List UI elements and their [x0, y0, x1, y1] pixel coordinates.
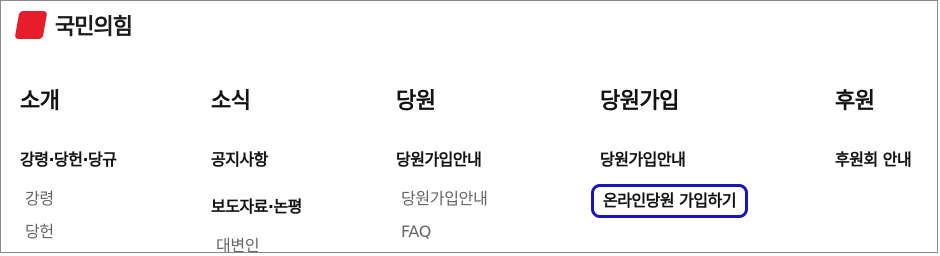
menu-item-sponsor-guide[interactable]: 후원회 안내 — [835, 150, 912, 170]
menu-heading-members[interactable]: 당원 — [396, 88, 436, 116]
menu-heading-news[interactable]: 소식 — [211, 88, 251, 116]
menu-column-join: 당원가입 당원가입안내 온라인당원 가입하기 — [591, 88, 749, 218]
brand-name: 국민의힘 — [55, 15, 133, 40]
submenu-item-faq[interactable]: FAQ — [401, 222, 431, 242]
menu-heading-intro[interactable]: 소개 — [20, 88, 60, 116]
menu-column-members: 당원 당원가입안내 당원가입안내 FAQ — [396, 88, 488, 241]
submenu-item-spokesperson[interactable]: 대변인 — [216, 236, 260, 256]
menu-item-notices[interactable]: 공지사항 — [211, 150, 268, 170]
menu-item-membership-guide[interactable]: 당원가입안내 — [396, 150, 482, 170]
party-logo-icon — [14, 11, 48, 39]
menu-item-online-join[interactable]: 온라인당원 가입하기 — [591, 184, 749, 218]
menu-item-press-releases[interactable]: 보도자료·논평 — [211, 197, 302, 217]
site-logo[interactable]: 국민의힘 — [14, 9, 133, 41]
menu-column-sponsor: 후원 후원회 안내 — [835, 88, 912, 169]
menu-item-join-guide[interactable]: 당원가입안내 — [600, 150, 686, 170]
menu-heading-join[interactable]: 당원가입 — [600, 88, 679, 116]
window-frame — [0, 0, 938, 253]
submenu-item-platform[interactable]: 강령 — [25, 189, 54, 209]
menu-column-intro: 소개 강령·당헌·당규 강령 당헌 — [20, 88, 117, 241]
menu-column-news: 소식 공지사항 보도자료·논평 대변인 — [211, 88, 302, 255]
submenu-item-charter[interactable]: 당헌 — [25, 222, 54, 242]
menu-heading-sponsor[interactable]: 후원 — [835, 88, 875, 116]
submenu-item-membership-guide[interactable]: 당원가입안내 — [401, 189, 488, 209]
menu-item-platform-charter-rules[interactable]: 강령·당헌·당규 — [20, 150, 117, 170]
